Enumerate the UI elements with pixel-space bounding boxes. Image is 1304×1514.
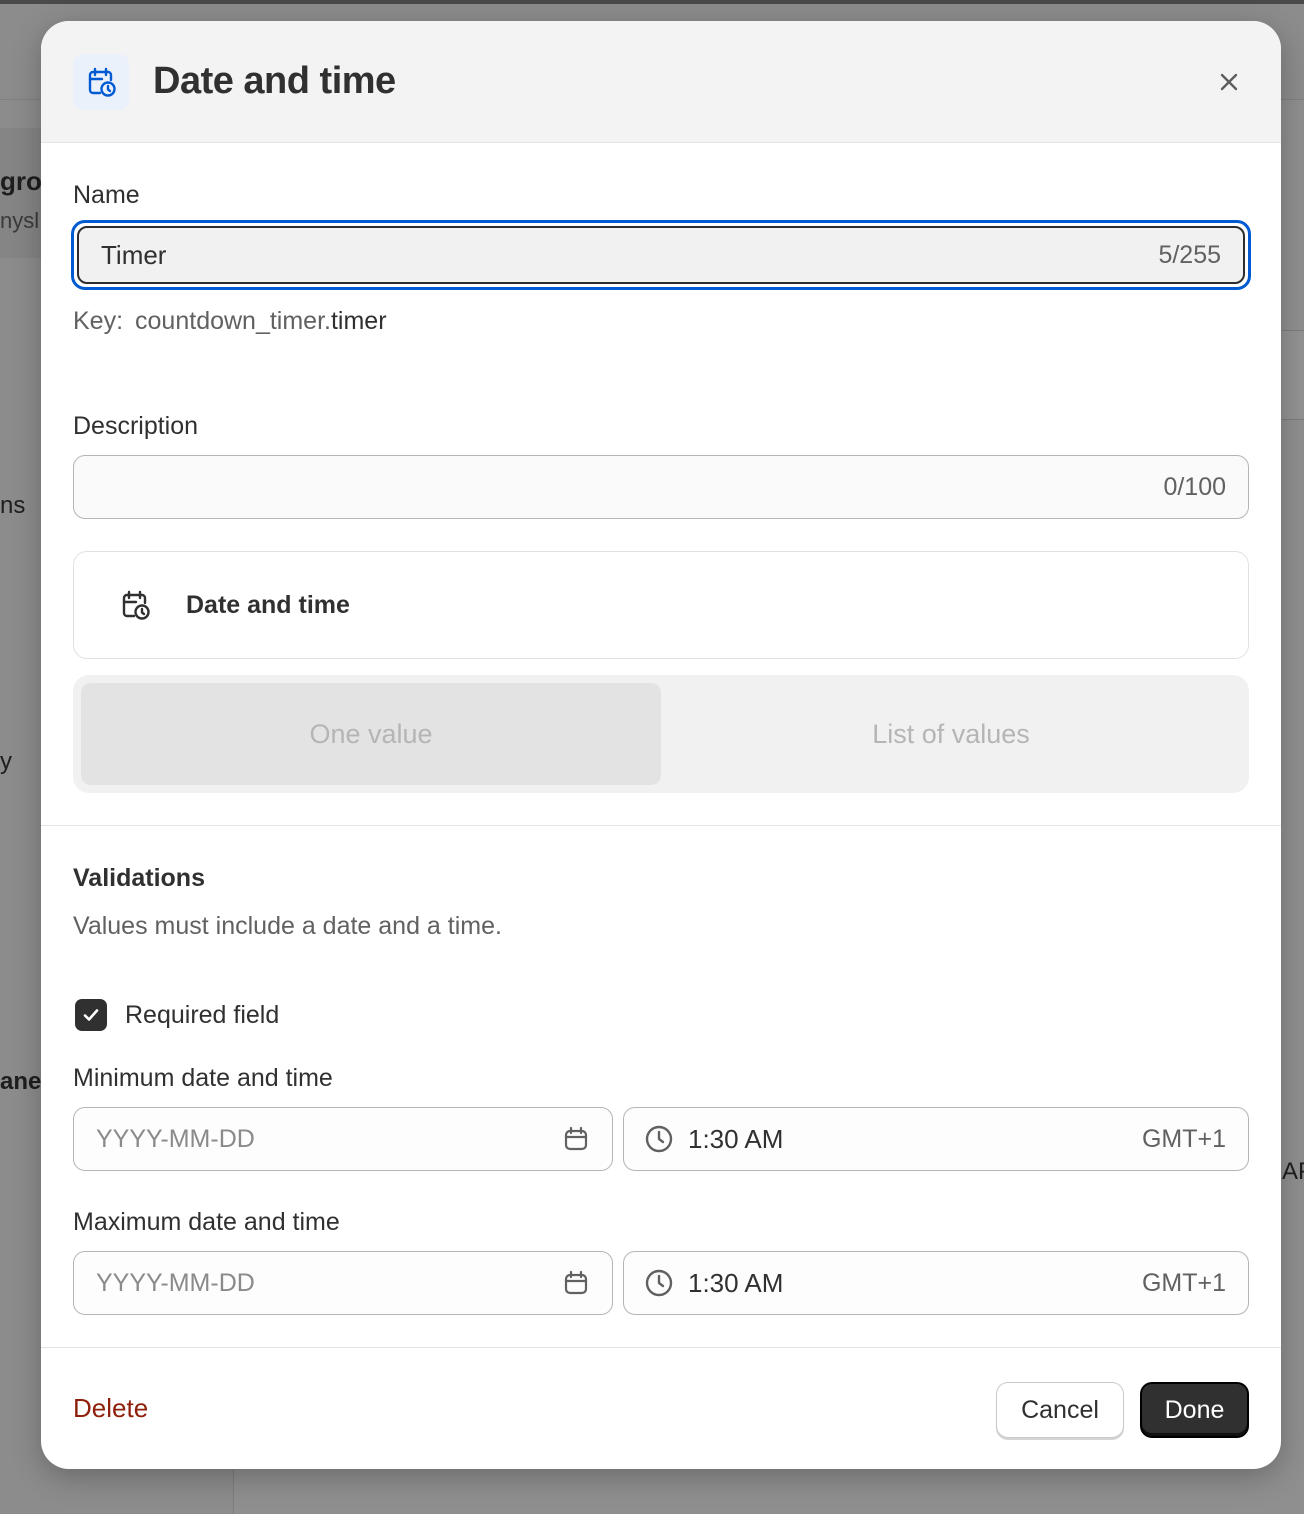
min-time-value: 1:30 AM xyxy=(688,1123,784,1154)
name-input-focus-ring: Timer 5/255 xyxy=(71,220,1251,290)
description-input[interactable]: 0/100 xyxy=(73,455,1249,519)
min-date-input[interactable]: YYYY-MM-DD xyxy=(73,1107,613,1171)
description-label: Description xyxy=(73,412,199,440)
date-time-modal: Date and time Name Timer 5/255 Key: count… xyxy=(41,21,1281,1469)
background-text: nysl xyxy=(0,208,40,233)
max-date-placeholder: YYYY-MM-DD xyxy=(96,1268,255,1297)
one-value-option[interactable]: One value xyxy=(81,683,661,785)
name-label: Name xyxy=(73,181,140,209)
checkmark-icon xyxy=(83,1009,99,1021)
max-date-input[interactable]: YYYY-MM-DD xyxy=(73,1251,613,1315)
list-of-values-option[interactable]: List of values xyxy=(661,683,1241,785)
required-field-row[interactable]: Required field xyxy=(75,999,279,1031)
max-timezone: GMT+1 xyxy=(1141,1268,1226,1297)
background-text: ns xyxy=(0,492,26,519)
modal-header: Date and time xyxy=(41,21,1281,143)
background-text: AP xyxy=(1282,1158,1304,1185)
name-char-counter: 5/255 xyxy=(1158,240,1221,269)
calendar-icon[interactable] xyxy=(562,1269,590,1297)
type-label: Date and time xyxy=(186,590,350,619)
clock-icon xyxy=(644,1124,674,1154)
calendar-clock-icon xyxy=(118,588,152,622)
min-date-placeholder: YYYY-MM-DD xyxy=(96,1124,255,1153)
key-prefix[interactable]: countdown_timer. xyxy=(135,307,331,335)
min-date-time-label: Minimum date and time xyxy=(73,1064,333,1092)
key-line: Key: countdown_timer.timer xyxy=(73,307,387,336)
done-button[interactable]: Done xyxy=(1140,1382,1249,1438)
clock-icon xyxy=(644,1268,674,1298)
value-mode-toggle: One value List of values xyxy=(73,675,1249,793)
modal-title: Date and time xyxy=(153,60,396,102)
calendar-clock-icon xyxy=(73,53,129,110)
type-card[interactable]: Date and time xyxy=(73,551,1249,659)
footer-divider xyxy=(41,1347,1281,1348)
required-checkbox[interactable] xyxy=(75,999,107,1031)
validations-title: Validations xyxy=(73,864,205,892)
cancel-button[interactable]: Cancel xyxy=(996,1382,1124,1438)
key-label: Key: xyxy=(73,307,124,335)
description-char-counter: 0/100 xyxy=(1163,472,1226,501)
required-field-label: Required field xyxy=(125,1000,280,1029)
delete-button[interactable]: Delete xyxy=(73,1393,148,1424)
calendar-icon[interactable] xyxy=(562,1125,590,1153)
min-timezone: GMT+1 xyxy=(1141,1124,1226,1153)
background-text: y xyxy=(0,748,12,775)
name-input[interactable]: Timer 5/255 xyxy=(77,226,1245,284)
name-input-value: Timer xyxy=(101,239,167,270)
max-date-time-label: Maximum date and time xyxy=(73,1208,340,1236)
close-icon xyxy=(1220,73,1238,90)
min-time-input[interactable]: 1:30 AM GMT+1 xyxy=(623,1107,1249,1171)
close-button[interactable] xyxy=(1209,62,1249,102)
background-panel xyxy=(1282,330,1304,420)
section-divider xyxy=(41,825,1281,826)
background-text: gro xyxy=(0,166,42,196)
max-time-value: 1:30 AM xyxy=(688,1267,784,1298)
validations-description: Values must include a date and a time. xyxy=(73,912,502,940)
max-time-input[interactable]: 1:30 AM GMT+1 xyxy=(623,1251,1249,1315)
key-suffix[interactable]: timer xyxy=(331,307,387,335)
